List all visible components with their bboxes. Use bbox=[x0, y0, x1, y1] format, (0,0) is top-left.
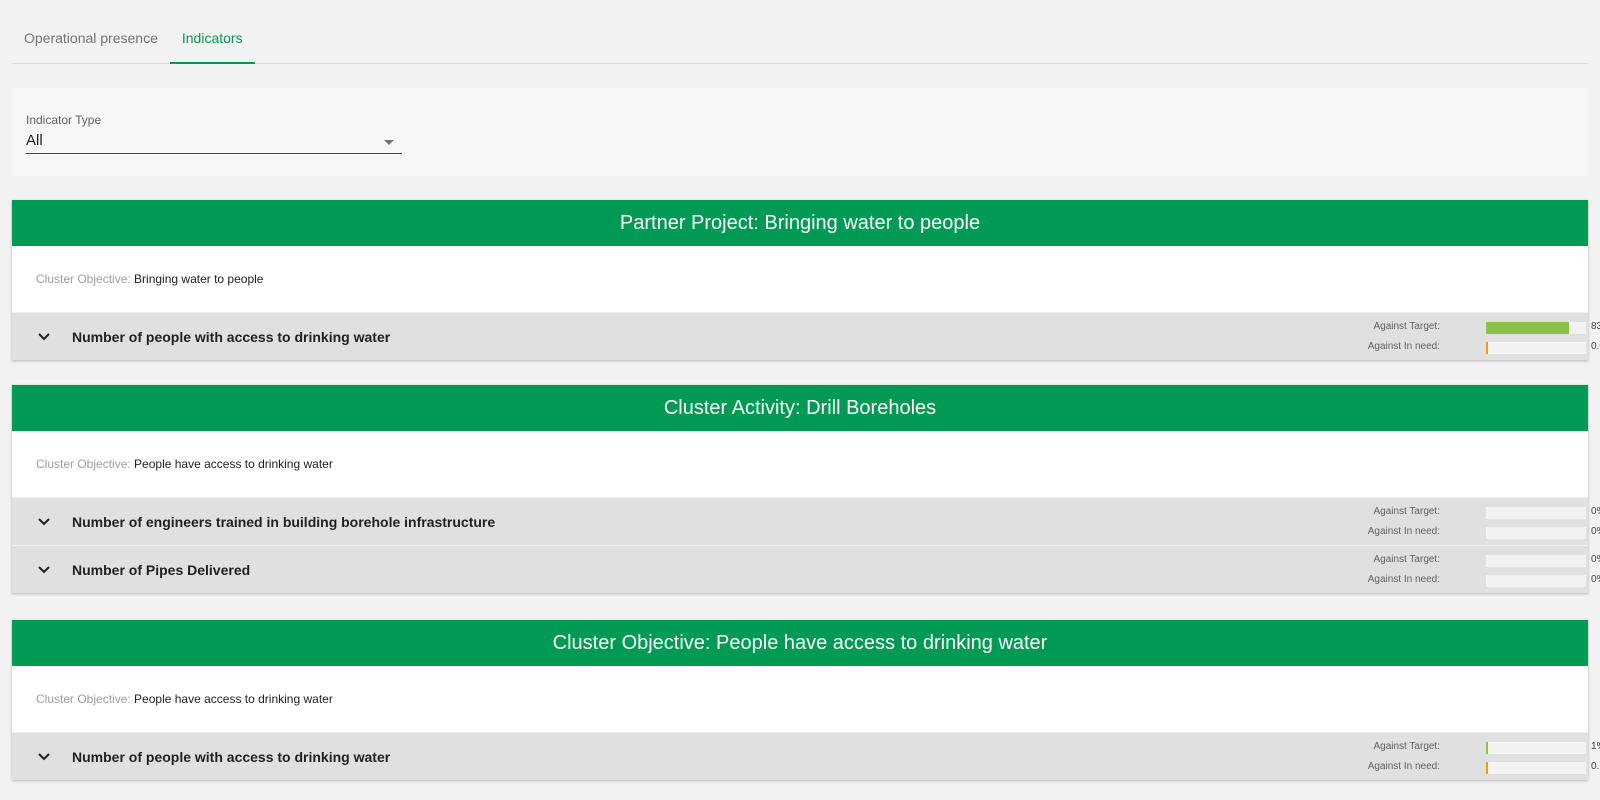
against-in-need-progress: Against In need: 0.67% bbox=[1348, 760, 1600, 774]
progress-track bbox=[1486, 762, 1586, 774]
cluster-objective-label: Cluster Objective: bbox=[36, 692, 131, 706]
indicator-type-value: All bbox=[26, 132, 43, 149]
progress-fill bbox=[1486, 762, 1488, 774]
cluster-objective: Cluster Objective: People have access to… bbox=[12, 666, 1588, 732]
card-title: Partner Project: Bringing water to peopl… bbox=[12, 200, 1588, 246]
progress-track bbox=[1486, 575, 1586, 587]
chevron-down-icon[interactable] bbox=[36, 514, 52, 530]
indicator-card: Cluster Objective: People have access to… bbox=[12, 620, 1600, 780]
against-target-label: Against Target: bbox=[1373, 741, 1440, 752]
progress-track bbox=[1486, 507, 1586, 519]
indicator-card: Cluster Activity: Drill Boreholes Cluste… bbox=[12, 385, 1600, 593]
cluster-objective: Cluster Objective: People have access to… bbox=[12, 431, 1588, 497]
against-target-progress: Against Target: 83.33% bbox=[1348, 320, 1600, 334]
chevron-down-icon[interactable] bbox=[36, 562, 52, 578]
tab-operational-presence[interactable]: Operational presence bbox=[12, 18, 170, 63]
against-in-need-value: 0.67% bbox=[1591, 761, 1600, 772]
indicator-title: Number of engineers trained in building … bbox=[72, 514, 496, 530]
progress-track bbox=[1486, 342, 1586, 354]
against-in-need-value: 0% bbox=[1591, 526, 1600, 537]
filter-panel: Indicator Type All bbox=[12, 88, 1588, 176]
against-in-need-label: Against In need: bbox=[1367, 341, 1440, 352]
cluster-objective-value: Bringing water to people bbox=[134, 272, 264, 286]
dropdown-arrow-icon bbox=[384, 140, 394, 145]
card-title: Cluster Activity: Drill Boreholes bbox=[12, 385, 1588, 431]
indicator-type-select[interactable]: All bbox=[26, 130, 402, 154]
cluster-objective: Cluster Objective: Bringing water to peo… bbox=[12, 246, 1588, 312]
indicator-type-label: Indicator Type bbox=[26, 113, 102, 127]
indicator-title: Number of people with access to drinking… bbox=[72, 329, 391, 345]
indicator-row[interactable]: Number of people with access to drinking… bbox=[12, 732, 1600, 780]
against-in-need-progress: Against In need: 0.01% bbox=[1348, 340, 1600, 354]
progress-track bbox=[1486, 555, 1586, 567]
against-in-need-progress: Against In need: 0% bbox=[1348, 573, 1600, 587]
indicator-title: Number of Pipes Delivered bbox=[72, 562, 251, 578]
against-target-value: 0% bbox=[1591, 554, 1600, 565]
indicator-row[interactable]: Number of people with access to drinking… bbox=[12, 312, 1600, 360]
against-in-need-value: 0% bbox=[1591, 574, 1600, 585]
against-target-label: Against Target: bbox=[1373, 321, 1440, 332]
against-in-need-label: Against In need: bbox=[1367, 526, 1440, 537]
indicator-row[interactable]: Number of engineers trained in building … bbox=[12, 497, 1600, 545]
indicator-row[interactable]: Number of Pipes Delivered Against Target… bbox=[12, 545, 1600, 593]
cluster-objective-value: People have access to drinking water bbox=[134, 692, 333, 706]
against-target-value: 83.33% bbox=[1591, 321, 1600, 332]
against-target-progress: Against Target: 0% bbox=[1348, 505, 1600, 519]
chevron-down-icon[interactable] bbox=[36, 329, 52, 345]
against-target-progress: Against Target: 1% bbox=[1348, 740, 1600, 754]
against-in-need-value: 0.01% bbox=[1591, 341, 1600, 352]
progress-track bbox=[1486, 322, 1586, 334]
progress-fill bbox=[1486, 322, 1570, 334]
against-target-value: 1% bbox=[1591, 741, 1600, 752]
against-in-need-label: Against In need: bbox=[1367, 574, 1440, 585]
progress-fill bbox=[1486, 342, 1488, 354]
card-title: Cluster Objective: People have access to… bbox=[12, 620, 1588, 666]
cluster-objective-value: People have access to drinking water bbox=[134, 457, 333, 471]
against-target-value: 0% bbox=[1591, 506, 1600, 517]
progress-track bbox=[1486, 742, 1586, 754]
tab-indicators[interactable]: Indicators bbox=[169, 18, 255, 64]
chevron-down-icon[interactable] bbox=[36, 749, 52, 765]
cluster-objective-label: Cluster Objective: bbox=[36, 457, 131, 471]
tab-bar: Operational presence Indicators bbox=[12, 18, 1588, 64]
cluster-objective-label: Cluster Objective: bbox=[36, 272, 131, 286]
against-target-progress: Against Target: 0% bbox=[1348, 553, 1600, 567]
progress-fill bbox=[1486, 742, 1488, 754]
indicator-card: Partner Project: Bringing water to peopl… bbox=[12, 200, 1600, 360]
progress-track bbox=[1486, 527, 1586, 539]
against-in-need-progress: Against In need: 0% bbox=[1348, 525, 1600, 539]
against-target-label: Against Target: bbox=[1373, 554, 1440, 565]
indicator-title: Number of people with access to drinking… bbox=[72, 749, 391, 765]
against-in-need-label: Against In need: bbox=[1367, 761, 1440, 772]
against-target-label: Against Target: bbox=[1373, 506, 1440, 517]
